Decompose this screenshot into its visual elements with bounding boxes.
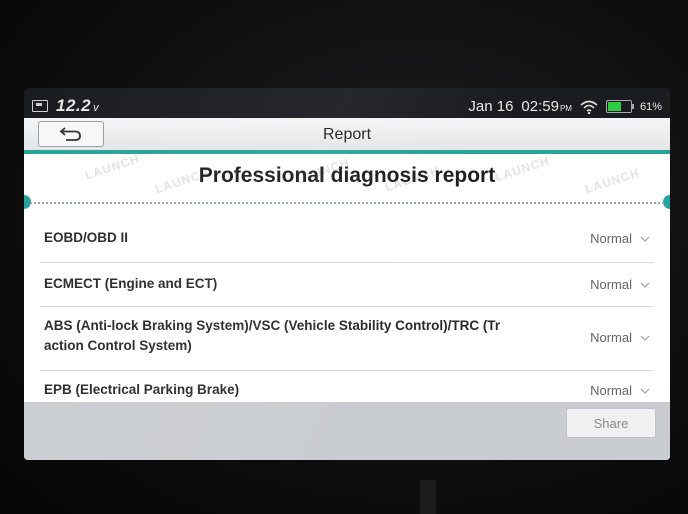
device-screen: 12.2 v Jan 16 02:59PM 61% Report LAUNCH …: [24, 88, 670, 460]
report-row[interactable]: EOBD/OBD II Normal: [40, 216, 654, 263]
battery-percent: 61%: [639, 100, 662, 113]
title-bar: Report: [24, 118, 670, 151]
chevron-down-icon: [640, 282, 650, 288]
battery-icon: [605, 100, 634, 113]
status-value: Normal: [590, 383, 632, 398]
status-time-value: 02:59: [521, 98, 559, 115]
status-value: Normal: [590, 231, 632, 246]
system-name-line-1: ABS (Anti-lock Braking System)/VSC (Vehi…: [44, 318, 501, 333]
status-time: 02:59PM: [521, 98, 572, 115]
report-panel[interactable]: LAUNCH LAUNCH LAUNCH LAUNCH LAUNCH LAUNC…: [24, 152, 670, 402]
voltage-readout: 12.2 v: [56, 96, 99, 116]
voltage-unit: v: [93, 102, 100, 114]
status-bar: 12.2 v Jan 16 02:59PM 61%: [24, 88, 670, 118]
chevron-down-icon: [640, 335, 650, 341]
bottom-toolbar: Share: [24, 402, 670, 460]
battery-fill: [607, 102, 621, 111]
report-heading: Professional diagnosis report: [198, 164, 496, 187]
status-bar-right: Jan 16 02:59PM 61%: [468, 98, 662, 115]
system-name: EPB (Electrical Parking Brake): [44, 382, 240, 397]
page-title: Report: [322, 126, 372, 143]
wifi-icon: [580, 100, 598, 114]
report-row[interactable]: EPB (Electrical Parking Brake) Normal: [40, 370, 654, 402]
screenshot-icon: [32, 100, 48, 112]
chevron-down-icon: [640, 388, 650, 394]
system-name: EOBD/OBD II: [44, 230, 129, 245]
system-name-line-2: action Control System): [44, 338, 192, 353]
status-value: Normal: [590, 330, 632, 345]
status-bar-left: 12.2 v: [32, 96, 99, 116]
device-stand: [420, 480, 436, 514]
share-button[interactable]: Share: [566, 408, 656, 438]
voltage-value: 12.2: [56, 96, 92, 115]
dotted-separator: [30, 202, 664, 204]
app-window: Report LAUNCH LAUNCH LAUNCH LAUNCH LAUNC…: [24, 118, 670, 460]
report-row[interactable]: ECMECT (Engine and ECT) Normal: [40, 262, 654, 307]
status-ampm: PM: [559, 104, 572, 113]
report-row[interactable]: ABS (Anti-lock Braking System)/VSC (Vehi…: [40, 306, 654, 371]
system-name: ECMECT (Engine and ECT): [44, 276, 218, 291]
status-value: Normal: [590, 277, 632, 292]
ticket-notch-right: [663, 195, 670, 209]
status-date: Jan 16: [468, 98, 514, 115]
chevron-down-icon: [640, 236, 650, 242]
